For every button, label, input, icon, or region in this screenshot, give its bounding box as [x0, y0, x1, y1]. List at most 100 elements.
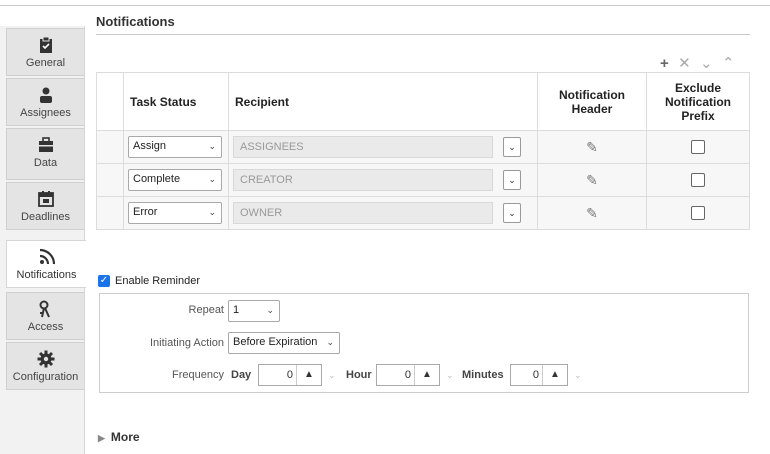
header-task-status: Task Status [123, 72, 229, 131]
recipient-dropdown-button[interactable]: ⌄ [503, 137, 521, 157]
header-exclude-prefix: Exclude Notification Prefix [646, 72, 750, 131]
status-cell: Assign ⌄ [123, 130, 229, 164]
increment-up-icon[interactable]: ▲ [414, 365, 439, 385]
initiating-action-select[interactable]: Before Expiration ⌄ [228, 332, 340, 354]
more-disclosure[interactable]: ▶ More [98, 430, 140, 444]
increment-up-icon[interactable]: ▲ [542, 365, 567, 385]
status-cell: Error ⌄ [123, 196, 229, 230]
recipient-field[interactable]: ASSIGNEES [233, 136, 493, 158]
status-cell: Complete ⌄ [123, 163, 229, 197]
header-line: Prefix [681, 108, 715, 123]
minutes-spinner[interactable]: 0 ▲ [510, 364, 568, 386]
increment-up-icon[interactable]: ▲ [296, 365, 321, 385]
chevron-down-icon: ⌄ [208, 141, 216, 151]
clipboard-check-icon [39, 36, 52, 53]
hour-label: Hour [346, 369, 372, 381]
table-row[interactable]: Error ⌄ OWNER ⌄ ✎ [96, 196, 750, 230]
row-selector[interactable] [96, 130, 124, 164]
tab-label: Configuration [12, 371, 79, 383]
frequency-label: Frequency [172, 369, 224, 381]
tab-notifications[interactable]: Notifications [6, 240, 86, 288]
table-row[interactable]: Complete ⌄ CREATOR ⌄ ✎ [96, 163, 750, 197]
tab-data[interactable]: Data [6, 128, 84, 180]
day-spinner[interactable]: 0 ▲ [258, 364, 322, 386]
sidebar: General Assignees Data Deadlines Notific… [0, 26, 86, 454]
add-icon[interactable]: + [660, 55, 669, 72]
briefcase-icon [38, 137, 53, 152]
exclude-prefix-checkbox[interactable] [691, 140, 705, 155]
select-value: Error [133, 206, 158, 218]
tab-label: Data [33, 157, 58, 169]
task-status-select[interactable]: Error ⌄ [128, 202, 222, 224]
calendar-icon [37, 191, 54, 207]
gear-icon [37, 350, 54, 368]
recipient-dropdown-button[interactable]: ⌄ [503, 203, 521, 223]
header-line: Header [571, 101, 613, 116]
header-cell: ✎ [537, 163, 647, 197]
decrement-down-icon[interactable]: ⌄ [574, 370, 582, 381]
chevron-down-icon: ⌄ [208, 207, 216, 217]
section-title: Notifications [96, 14, 175, 29]
chevron-down-icon: ⌄ [208, 174, 216, 184]
header-line: Notification [559, 87, 625, 102]
header-notification-header: Notification Header [537, 72, 647, 131]
table-row[interactable]: Assign ⌄ ASSIGNEES ⌄ ✎ [96, 130, 750, 164]
recipient-cell: OWNER ⌄ [228, 196, 538, 230]
edit-pencil-icon[interactable]: ✎ [586, 139, 598, 155]
more-label: More [110, 430, 140, 444]
exclude-prefix-checkbox[interactable] [691, 173, 705, 188]
tab-label: Deadlines [21, 211, 70, 223]
tab-label: Access [27, 321, 64, 333]
recipient-cell: ASSIGNEES ⌄ [228, 130, 538, 164]
enable-reminder-label: Enable Reminder [115, 275, 200, 287]
tab-label: Notifications [16, 269, 77, 281]
rss-icon [39, 248, 55, 265]
table-toolbar: + ✕ ⌄ ⌃ [660, 54, 741, 72]
minutes-label: Minutes [462, 369, 504, 381]
move-up-icon[interactable]: ⌃ [722, 54, 735, 72]
triangle-right-icon: ▶ [98, 433, 105, 443]
move-down-icon[interactable]: ⌄ [700, 54, 713, 72]
tab-deadlines[interactable]: Deadlines [6, 182, 84, 230]
enable-reminder-row: ✓ Enable Reminder [98, 275, 200, 288]
tab-general[interactable]: General [6, 28, 84, 76]
row-selector[interactable] [96, 163, 124, 197]
decrement-down-icon[interactable]: ⌄ [328, 370, 336, 381]
select-value: Before Expiration [233, 336, 318, 348]
header-recipient: Recipient [228, 72, 538, 131]
exclude-cell [646, 163, 750, 197]
enable-reminder-checkbox[interactable]: ✓ [98, 275, 110, 288]
tab-assignees[interactable]: Assignees [6, 78, 84, 126]
minutes-value: 0 [532, 369, 539, 381]
top-divider [0, 5, 770, 6]
hour-value: 0 [404, 369, 411, 381]
keys-icon [39, 300, 50, 318]
tab-configuration[interactable]: Configuration [6, 342, 84, 390]
day-label: Day [231, 369, 252, 381]
tab-access[interactable]: Access [6, 292, 84, 340]
person-icon [39, 87, 52, 103]
task-status-select[interactable]: Assign ⌄ [128, 136, 222, 158]
edit-pencil-icon[interactable]: ✎ [586, 172, 598, 188]
recipient-dropdown-button[interactable]: ⌄ [503, 170, 521, 190]
row-selector[interactable] [96, 196, 124, 230]
select-value: Assign [133, 140, 167, 152]
header-line: Notification [665, 94, 731, 109]
remove-icon[interactable]: ✕ [678, 54, 691, 72]
recipient-field[interactable]: CREATOR [233, 169, 493, 191]
header-line: Exclude [674, 80, 722, 95]
edit-pencil-icon[interactable]: ✎ [586, 205, 598, 221]
tab-label: Assignees [20, 107, 71, 119]
decrement-down-icon[interactable]: ⌄ [446, 370, 454, 381]
tab-label: General [25, 57, 66, 69]
title-divider [96, 34, 750, 35]
repeat-select[interactable]: 1 ⌄ [228, 300, 280, 322]
recipient-field[interactable]: OWNER [233, 202, 493, 224]
hour-spinner[interactable]: 0 ▲ [376, 364, 440, 386]
initiating-action-label: Initiating Action [150, 337, 224, 349]
chevron-down-icon: ⌄ [266, 305, 274, 315]
header-cell: ✎ [537, 130, 647, 164]
task-status-select[interactable]: Complete ⌄ [128, 169, 222, 191]
notifications-table: Task Status Recipient Notification Heade… [96, 72, 750, 230]
exclude-prefix-checkbox[interactable] [691, 206, 705, 221]
